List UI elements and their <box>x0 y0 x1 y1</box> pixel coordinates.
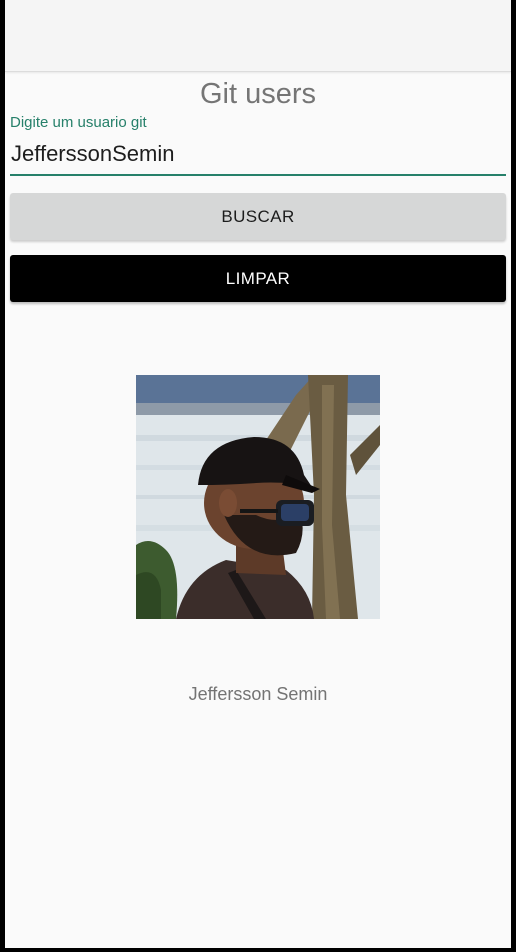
search-button[interactable]: BUSCAR <box>10 193 506 240</box>
avatar-photo <box>136 375 380 619</box>
user-name: Jeffersson Semin <box>188 684 328 704</box>
app-screen: Git users Digite um usuario git BUSCAR L… <box>5 0 511 948</box>
user-avatar <box>136 375 380 619</box>
clear-button[interactable]: LIMPAR <box>10 255 506 302</box>
app-bar <box>5 0 511 72</box>
username-input-label: Digite um usuario git <box>10 114 147 131</box>
page-title: Git users <box>199 78 317 110</box>
username-input[interactable] <box>10 140 506 176</box>
